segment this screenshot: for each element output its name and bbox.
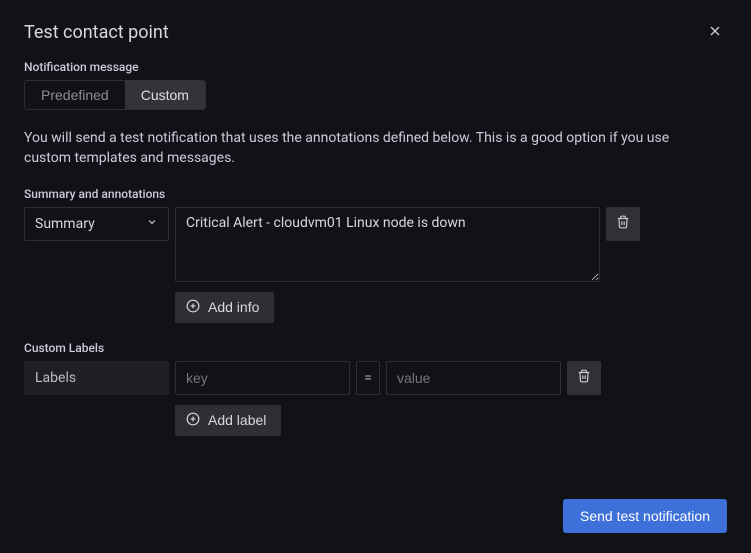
notification-message-label: Notification message: [24, 60, 727, 74]
modal-body: Notification message Predefined Custom Y…: [0, 60, 751, 436]
predefined-toggle[interactable]: Predefined: [25, 81, 125, 109]
annotation-type-select[interactable]: Summary: [24, 207, 169, 241]
labels-field-name: Labels: [24, 361, 169, 395]
label-key-input[interactable]: [175, 361, 350, 395]
test-contact-point-modal: Test contact point Notification message …: [0, 0, 751, 553]
add-label-button[interactable]: Add label: [175, 405, 281, 436]
send-test-notification-button[interactable]: Send test notification: [563, 499, 727, 533]
add-label-label: Add label: [208, 412, 266, 428]
modal-header: Test contact point: [0, 0, 751, 60]
chevron-down-icon: [146, 216, 158, 232]
add-info-button[interactable]: Add info: [175, 292, 274, 323]
labels-row: Labels =: [24, 361, 727, 395]
annotations-row: Summary: [24, 207, 727, 282]
plus-circle-icon: [186, 299, 200, 316]
modal-title: Test contact point: [24, 22, 169, 43]
custom-labels-label: Custom Labels: [24, 341, 727, 355]
annotations-section: Summary and annotations Summary: [24, 187, 727, 323]
modal-footer: Send test notification: [563, 499, 727, 533]
delete-label-button[interactable]: [567, 361, 601, 395]
custom-toggle[interactable]: Custom: [125, 81, 205, 109]
add-info-label: Add info: [208, 299, 259, 315]
notification-description: You will send a test notification that u…: [24, 128, 714, 169]
annotation-value-textarea[interactable]: [175, 207, 600, 282]
annotations-label: Summary and annotations: [24, 187, 727, 201]
close-icon: [707, 27, 723, 42]
delete-annotation-button[interactable]: [606, 207, 640, 241]
notification-toggle-group: Predefined Custom: [24, 80, 206, 110]
label-value-input[interactable]: [386, 361, 561, 395]
equals-separator: =: [356, 361, 380, 395]
trash-icon: [577, 369, 591, 386]
annotation-type-value: Summary: [35, 216, 95, 232]
labels-section: Custom Labels Labels = Add label: [24, 341, 727, 436]
plus-circle-icon: [186, 412, 200, 429]
trash-icon: [616, 215, 630, 232]
close-button[interactable]: [703, 19, 727, 46]
